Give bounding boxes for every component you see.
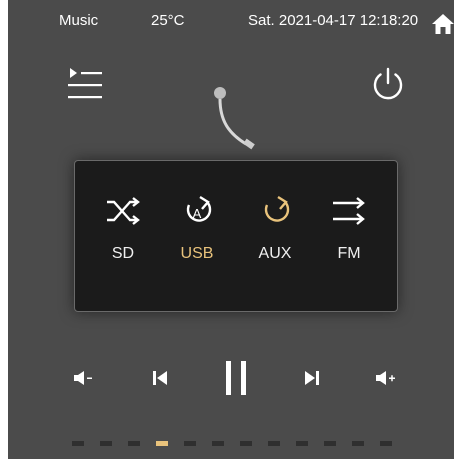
previous-icon[interactable] xyxy=(151,369,169,387)
page-dot[interactable] xyxy=(100,441,112,446)
source-usb[interactable]: A USB xyxy=(157,191,237,263)
status-bar: Music 25°C Sat. 2021-04-17 12:18:20 xyxy=(8,12,454,32)
power-icon[interactable] xyxy=(370,66,406,102)
page-dot[interactable] xyxy=(268,441,280,446)
svg-text:A: A xyxy=(193,206,202,221)
source-fm[interactable]: FM xyxy=(309,191,389,263)
page-dot[interactable] xyxy=(240,441,252,446)
page-dot[interactable] xyxy=(128,441,140,446)
home-icon[interactable] xyxy=(432,13,454,35)
tonearm-icon xyxy=(214,87,255,150)
repeat-icon xyxy=(264,195,290,222)
page-dot-active[interactable] xyxy=(156,441,168,446)
shuffle-icon xyxy=(107,197,140,225)
page-dot[interactable] xyxy=(352,441,364,446)
next-icon[interactable] xyxy=(303,369,321,387)
pause-icon[interactable] xyxy=(223,360,249,396)
page-dot[interactable] xyxy=(72,441,84,446)
page-dot[interactable] xyxy=(324,441,336,446)
page-dot[interactable] xyxy=(212,441,224,446)
page-dot[interactable] xyxy=(296,441,308,446)
page-dot[interactable] xyxy=(184,441,196,446)
app-name: Music xyxy=(59,12,99,29)
source-aux[interactable]: AUX xyxy=(235,191,315,263)
music-panel: Music 25°C Sat. 2021-04-17 12:18:20 SD A… xyxy=(8,0,454,459)
source-label: SD xyxy=(111,245,135,262)
source-sd[interactable]: SD xyxy=(83,191,163,263)
source-label: USB xyxy=(180,245,214,262)
playlist-icon[interactable] xyxy=(66,66,106,102)
volume-down-icon[interactable] xyxy=(74,370,96,386)
source-label: AUX xyxy=(258,245,292,262)
repeat-one-icon: A xyxy=(186,195,212,222)
sequential-icon xyxy=(333,197,365,225)
volume-up-icon[interactable] xyxy=(376,370,398,386)
source-selector: SD A USB AUX FM xyxy=(74,160,398,312)
source-label: FM xyxy=(337,245,361,262)
page-dot[interactable] xyxy=(380,441,392,446)
temperature: 25°C xyxy=(151,12,185,29)
date-time: Sat. 2021-04-17 12:18:20 xyxy=(248,12,419,29)
